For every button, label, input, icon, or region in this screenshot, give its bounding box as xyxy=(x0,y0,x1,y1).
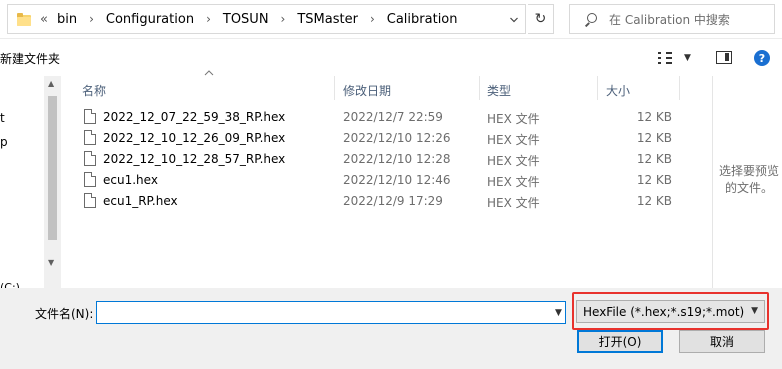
content-area: t p ▲ ▼ (C:) 名称 修改日期 类型 大小 2022_12_07_22… xyxy=(0,70,782,294)
help-icon[interactable]: ? xyxy=(754,50,770,66)
file-row[interactable]: ecu1.hex 2022/12/10 12:46 HEX 文件 12 KB xyxy=(82,170,702,191)
search-placeholder[interactable]: 在 Calibration 中搜索 xyxy=(609,11,730,28)
breadcrumb-tosun[interactable]: TOSUN xyxy=(223,12,269,27)
file-icon xyxy=(84,151,96,166)
file-modified: 2022/12/7 22:59 xyxy=(343,110,443,124)
view-options-button[interactable]: ▼ xyxy=(658,51,698,65)
breadcrumb-separator-icon[interactable]: › xyxy=(89,12,94,26)
command-bar: 新建文件夹 ▼ ? xyxy=(0,38,782,76)
file-size: 12 KB xyxy=(636,173,672,187)
scroll-down-icon[interactable]: ▼ xyxy=(48,258,54,267)
file-type: HEX 文件 xyxy=(487,196,540,210)
column-divider[interactable] xyxy=(334,76,335,100)
column-divider[interactable] xyxy=(479,76,480,100)
file-name: 2022_12_10_12_26_09_RP.hex xyxy=(103,131,286,145)
preview-message-line: 选择要预览 xyxy=(719,164,780,178)
file-name-chevron-down-icon[interactable]: ▼ xyxy=(555,308,562,318)
address-bar[interactable]: « bin › Configuration › TOSUN › TSMaster… xyxy=(7,4,526,34)
breadcrumb-configuration[interactable]: Configuration xyxy=(106,12,194,27)
file-row[interactable]: 2022_12_07_22_59_38_RP.hex 2022/12/7 22:… xyxy=(82,107,702,128)
search-icon xyxy=(584,12,597,27)
open-button[interactable]: 打开(O) xyxy=(577,330,663,353)
address-row: « bin › Configuration › TOSUN › TSMaster… xyxy=(0,0,782,38)
cancel-button[interactable]: 取消 xyxy=(679,330,765,353)
preview-pane: 选择要预览 的文件。 xyxy=(712,76,782,288)
overflow-chevron-icon[interactable]: « xyxy=(40,12,48,27)
breadcrumb-bin[interactable]: bin xyxy=(57,12,77,27)
file-icon xyxy=(84,130,96,145)
preview-pane-toggle-icon[interactable] xyxy=(716,51,732,64)
file-type-select[interactable]: HexFile (*.hex;*.s19;*.mot) ▼ xyxy=(576,300,765,323)
column-divider[interactable] xyxy=(597,76,598,100)
file-modified: 2022/12/10 12:28 xyxy=(343,152,451,166)
view-chevron-down-icon: ▼ xyxy=(684,53,691,63)
new-folder-button[interactable]: 新建文件夹 xyxy=(0,50,60,67)
preview-message: 选择要预览 的文件。 xyxy=(719,163,779,197)
file-name-label: 文件名(N): xyxy=(35,307,94,321)
column-header-size[interactable]: 大小 xyxy=(606,82,630,99)
search-box[interactable]: 在 Calibration 中搜索 xyxy=(569,4,775,34)
refresh-icon: ↻ xyxy=(534,11,547,27)
folder-icon xyxy=(17,12,31,26)
file-modified: 2022/12/10 12:46 xyxy=(343,173,451,187)
column-divider[interactable] xyxy=(679,76,680,100)
preview-message-line: 的文件。 xyxy=(725,181,774,195)
column-header-type[interactable]: 类型 xyxy=(487,82,511,99)
file-name: ecu1.hex xyxy=(103,173,158,187)
file-type: HEX 文件 xyxy=(487,112,540,126)
refresh-button[interactable]: ↻ xyxy=(528,4,554,34)
file-name: 2022_12_07_22_59_38_RP.hex xyxy=(103,110,286,124)
column-header-modified[interactable]: 修改日期 xyxy=(343,82,391,99)
breadcrumb-separator-icon[interactable]: › xyxy=(370,12,375,26)
file-row[interactable]: 2022_12_10_12_26_09_RP.hex 2022/12/10 12… xyxy=(82,128,702,149)
file-icon xyxy=(84,109,96,124)
file-row[interactable]: 2022_12_10_12_28_57_RP.hex 2022/12/10 12… xyxy=(82,149,702,170)
file-type: HEX 文件 xyxy=(487,175,540,189)
file-type-selected: HexFile (*.hex;*.s19;*.mot) xyxy=(583,304,745,319)
nav-scroll-thumb[interactable] xyxy=(48,96,57,240)
file-icon xyxy=(84,193,96,208)
breadcrumb-tsmaster[interactable]: TSMaster xyxy=(297,12,358,27)
file-size: 12 KB xyxy=(636,131,672,145)
file-type: HEX 文件 xyxy=(487,133,540,147)
breadcrumb-separator-icon[interactable]: › xyxy=(206,12,211,26)
file-type: HEX 文件 xyxy=(487,154,540,168)
details-view-icon xyxy=(658,52,672,64)
breadcrumb-separator-icon[interactable]: › xyxy=(281,12,286,26)
breadcrumb: « bin › Configuration › TOSUN › TSMaster… xyxy=(40,12,458,27)
file-size: 12 KB xyxy=(636,152,672,166)
column-header-name[interactable]: 名称 xyxy=(82,82,106,99)
file-name: ecu1_RP.hex xyxy=(103,194,178,208)
navigation-pane: t p ▲ ▼ (C:) xyxy=(0,76,62,294)
file-name-input[interactable] xyxy=(96,301,566,324)
sort-ascending-icon xyxy=(204,70,214,76)
scroll-up-icon[interactable]: ▲ xyxy=(48,79,54,88)
file-size: 12 KB xyxy=(636,194,672,208)
file-type-chevron-down-icon: ▼ xyxy=(751,306,758,316)
dialog-footer: 文件名(N): ▼ HexFile (*.hex;*.s19;*.mot) ▼ … xyxy=(0,288,782,369)
address-history-chevron-down-icon[interactable] xyxy=(510,17,518,23)
breadcrumb-calibration[interactable]: Calibration xyxy=(387,12,458,27)
nav-item[interactable]: p xyxy=(0,135,8,149)
nav-vertical-scrollbar[interactable]: ▲ ▼ xyxy=(44,76,61,288)
file-modified: 2022/12/10 12:26 xyxy=(343,131,451,145)
file-name: 2022_12_10_12_28_57_RP.hex xyxy=(103,152,286,166)
file-row[interactable]: ecu1_RP.hex 2022/12/9 17:29 HEX 文件 12 KB xyxy=(82,191,702,212)
file-icon xyxy=(84,172,96,187)
file-list: 名称 修改日期 类型 大小 2022_12_07_22_59_38_RP.hex… xyxy=(62,70,712,288)
file-size: 12 KB xyxy=(636,110,672,124)
file-modified: 2022/12/9 17:29 xyxy=(343,194,443,208)
nav-item[interactable]: t xyxy=(0,111,5,125)
